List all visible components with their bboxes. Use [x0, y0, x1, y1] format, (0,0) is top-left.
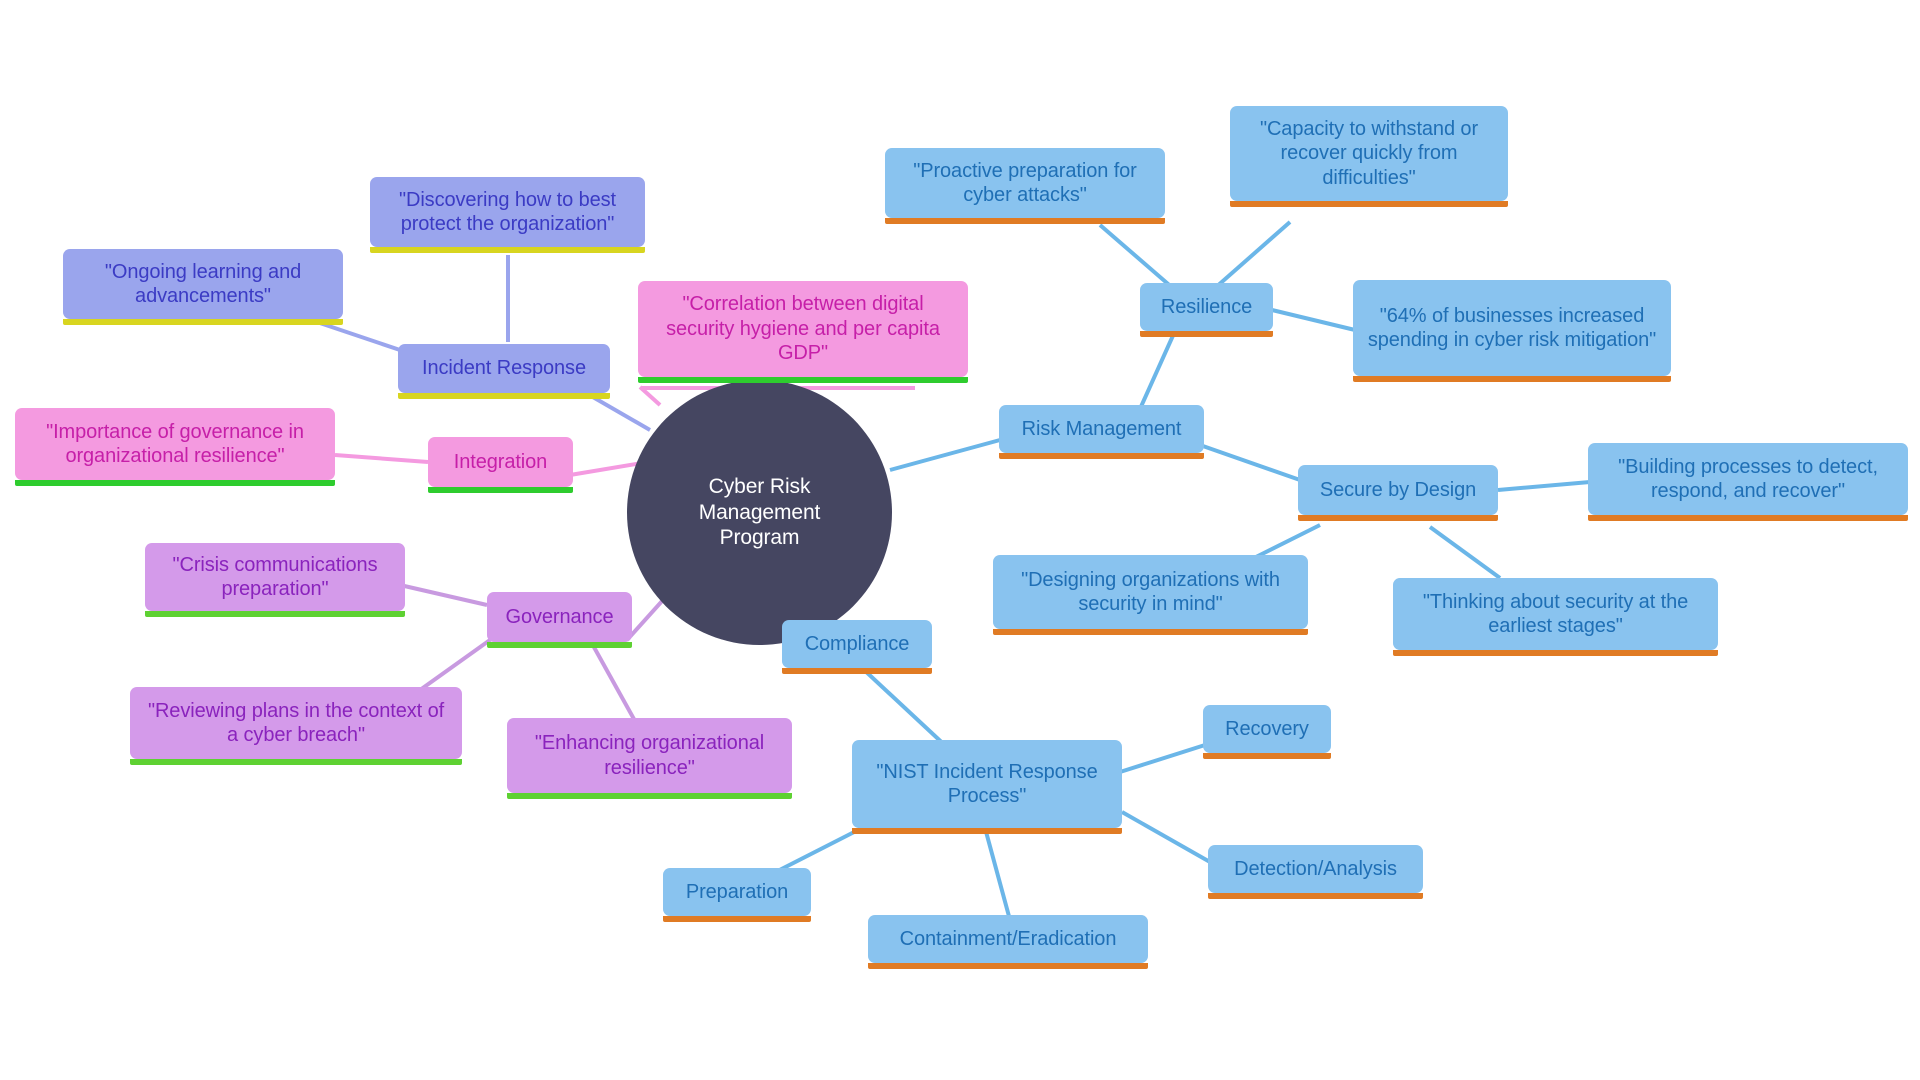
node-resilience-label: Resilience	[1160, 295, 1253, 318]
edge-gov-crisis	[399, 583, 488, 607]
edge-root-correlation	[638, 385, 662, 407]
node-detection-analysis-label: Detection/Analysis	[1234, 857, 1397, 880]
node-containment-eradication-label: Containment/Eradication	[899, 927, 1117, 950]
node-correlation-gdp-label: "Correlation between digital security hy…	[666, 293, 940, 365]
node-incident-response-label: Incident Response	[422, 357, 586, 380]
node-risk-management[interactable]: Risk Management	[999, 405, 1204, 459]
edge-resilience-spending	[1271, 308, 1356, 332]
node-crisis-communications-label: "Crisis communications preparation"	[172, 553, 378, 600]
node-secure-by-design[interactable]: Secure by Design	[1298, 465, 1498, 521]
node-nist-incident-response-process-label: "NIST Incident Response Process"	[876, 760, 1098, 807]
node-reviewing-plans[interactable]: "Reviewing plans in the context of a cyb…	[130, 687, 462, 765]
root-node-cyber-risk-management-program[interactable]: Cyber Risk Management Program	[627, 380, 892, 645]
node-discovering-protect-label: "Discovering how to best protect the org…	[398, 188, 617, 235]
node-recovery[interactable]: Recovery	[1203, 705, 1331, 759]
edge-nist-containment	[983, 827, 1012, 921]
node-containment-eradication[interactable]: Containment/Eradication	[868, 915, 1148, 969]
edge-root-governance	[625, 598, 665, 642]
node-governance-importance-label: "Importance of governance in organizatio…	[46, 420, 304, 467]
edge-gov-reviewing	[418, 638, 492, 692]
node-crisis-communications[interactable]: "Crisis communications preparation"	[145, 543, 405, 617]
node-integration[interactable]: Integration	[428, 437, 573, 493]
node-recovery-label: Recovery	[1225, 717, 1309, 740]
edge-nist-recovery	[1119, 743, 1206, 774]
node-governance-label: Governance	[505, 605, 614, 628]
edge-compliance-nist	[860, 666, 952, 752]
edge-resilience-proactive	[1098, 223, 1177, 292]
mindmap-canvas: Cyber Risk Management Program Incident R…	[0, 0, 1920, 1080]
node-enhancing-resilience[interactable]: "Enhancing organizational resilience"	[507, 718, 792, 799]
node-resilience[interactable]: Resilience	[1140, 283, 1273, 337]
edge-nist-detection	[1121, 810, 1211, 864]
node-compliance[interactable]: Compliance	[782, 620, 932, 674]
node-thinking-earliest-stages-label: "Thinking about security at the earliest…	[1422, 590, 1689, 637]
node-compliance-label: Compliance	[804, 632, 910, 655]
node-capacity-withstand[interactable]: "Capacity to withstand or recover quickl…	[1230, 106, 1508, 207]
node-nist-incident-response-process[interactable]: "NIST Incident Response Process"	[852, 740, 1122, 834]
edge-sbd-thinking	[1428, 525, 1502, 580]
node-ongoing-learning-label: "Ongoing learning and advancements"	[104, 260, 302, 307]
edge-integration-importance	[334, 453, 429, 464]
node-integration-label: Integration	[453, 450, 548, 473]
node-capacity-withstand-label: "Capacity to withstand or recover quickl…	[1259, 117, 1479, 189]
node-governance-importance[interactable]: "Importance of governance in organizatio…	[15, 408, 335, 486]
node-preparation[interactable]: Preparation	[663, 868, 811, 922]
node-reviewing-plans-label: "Reviewing plans in the context of a cyb…	[147, 699, 445, 746]
node-spending-statistic[interactable]: "64% of businesses increased spending in…	[1353, 280, 1671, 382]
node-ongoing-learning[interactable]: "Ongoing learning and advancements"	[63, 249, 343, 325]
node-governance[interactable]: Governance	[487, 592, 632, 648]
node-enhancing-resilience-label: "Enhancing organizational resilience"	[534, 732, 765, 779]
node-spending-statistic-label: "64% of businesses increased spending in…	[1367, 304, 1657, 351]
edge-sbd-building	[1497, 480, 1591, 492]
node-proactive-preparation[interactable]: "Proactive preparation for cyber attacks…	[885, 148, 1165, 224]
node-incident-response[interactable]: Incident Response	[398, 344, 610, 399]
node-designing-organizations[interactable]: "Designing organizations with security i…	[993, 555, 1308, 635]
node-risk-management-label: Risk Management	[1021, 417, 1182, 440]
root-node-label: Cyber Risk Management Program	[698, 475, 821, 550]
node-thinking-earliest-stages[interactable]: "Thinking about security at the earliest…	[1393, 578, 1718, 656]
edge-root-risk-management	[889, 438, 1001, 472]
node-discovering-protect[interactable]: "Discovering how to best protect the org…	[370, 177, 645, 253]
node-detection-analysis[interactable]: Detection/Analysis	[1208, 845, 1423, 899]
node-building-processes[interactable]: "Building processes to detect, respond, …	[1588, 443, 1908, 521]
edge-rm-securebydesign	[1199, 443, 1301, 482]
node-designing-organizations-label: "Designing organizations with security i…	[1021, 568, 1280, 615]
node-preparation-label: Preparation	[685, 880, 789, 903]
node-proactive-preparation-label: "Proactive preparation for cyber attacks…	[913, 159, 1137, 206]
node-secure-by-design-label: Secure by Design	[1319, 478, 1477, 501]
node-building-processes-label: "Building processes to detect, respond, …	[1618, 455, 1878, 502]
edge-resilience-capacity	[1213, 220, 1292, 290]
edge-gov-enhancing	[588, 639, 642, 731]
node-correlation-gdp[interactable]: "Correlation between digital security hy…	[638, 281, 968, 383]
